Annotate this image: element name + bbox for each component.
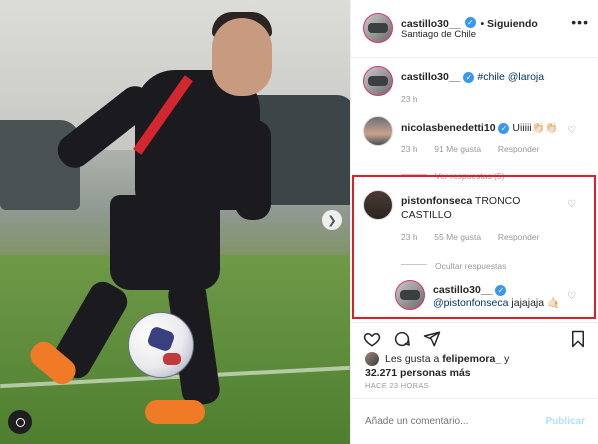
user-tags-icon[interactable] xyxy=(8,410,32,434)
caption-mention[interactable]: @laroja xyxy=(508,71,544,83)
comment-likes[interactable]: 91 Me gusta xyxy=(434,144,481,154)
commenter-avatar[interactable] xyxy=(363,116,393,146)
player-shorts xyxy=(110,195,220,290)
share-icon[interactable] xyxy=(423,330,441,348)
publish-button[interactable]: Publicar xyxy=(546,416,585,427)
liker-username[interactable]: felipemora_ xyxy=(442,353,501,365)
commenter-username[interactable]: pistonfonseca xyxy=(401,195,472,207)
verified-icon: ✓ xyxy=(465,17,476,29)
author-avatar[interactable] xyxy=(363,13,393,43)
verified-icon: ✓ xyxy=(495,284,507,296)
commenter-username[interactable]: nicolasbenedetti10 xyxy=(401,122,496,134)
verified-icon: ✓ xyxy=(463,71,475,83)
reply-avatar[interactable] xyxy=(395,280,425,310)
comment-reply-button[interactable]: Responder xyxy=(498,144,540,154)
caption-hashtag[interactable]: #chile xyxy=(477,71,504,83)
follow-status[interactable]: Siguiendo xyxy=(487,18,538,30)
commenter-avatar[interactable] xyxy=(363,190,393,220)
post-header: castillo30__ ✓ • Siguiendo Santiago de C… xyxy=(351,0,598,58)
heart-icon[interactable] xyxy=(363,330,381,348)
comment-time[interactable]: 23 h xyxy=(401,144,418,154)
liker-avatar[interactable] xyxy=(365,352,379,366)
post-timestamp[interactable]: HACE 23 HORAS xyxy=(365,381,429,390)
caption-username[interactable]: castillo30__ xyxy=(401,71,461,83)
post-side-panel: castillo30__ ✓ • Siguiendo Santiago de C… xyxy=(350,0,598,444)
view-replies-button[interactable]: Ver respuestas (5) xyxy=(435,171,504,181)
comment-likes[interactable]: 55 Me gusta xyxy=(434,232,481,242)
comment-text: Uiiiii👏🏻👏🏻 xyxy=(512,122,558,134)
bookmark-icon[interactable] xyxy=(569,330,587,348)
player-boot-right xyxy=(145,400,205,424)
reply-mention[interactable]: @pistonfonseca xyxy=(433,297,508,309)
likes-count[interactable]: 32.271 personas más xyxy=(365,367,471,379)
caption-time[interactable]: 23 h xyxy=(401,94,418,104)
hide-replies-button[interactable]: Ocultar respuestas xyxy=(435,261,506,271)
comment-time[interactable]: 23 h xyxy=(401,232,418,242)
reply-text: jajajaja 🤙🏻 xyxy=(511,297,561,309)
next-arrow-icon[interactable]: ❯ xyxy=(322,210,342,230)
player-arm-right xyxy=(235,120,271,220)
comment-like-heart-icon[interactable]: ♡ xyxy=(567,126,577,136)
more-options-icon[interactable]: ••• xyxy=(571,14,589,30)
comment-input[interactable] xyxy=(365,416,515,427)
comment-like-heart-icon[interactable]: ♡ xyxy=(567,200,577,210)
post-actions xyxy=(351,322,598,350)
verified-icon: ✓ xyxy=(498,122,510,134)
comment-bar: Publicar xyxy=(351,398,598,444)
post-photo[interactable]: ❯ xyxy=(0,0,350,444)
reply-username[interactable]: castillo30__ xyxy=(433,284,493,296)
soccer-ball xyxy=(128,312,194,378)
reply-like-heart-icon[interactable]: ♡ xyxy=(567,292,577,302)
comment-icon[interactable] xyxy=(393,330,411,348)
post-location[interactable]: Santiago de Chile xyxy=(401,29,476,40)
player-head xyxy=(212,18,272,96)
caption-avatar[interactable] xyxy=(363,66,393,96)
comment-reply-button[interactable]: Responder xyxy=(498,232,540,242)
